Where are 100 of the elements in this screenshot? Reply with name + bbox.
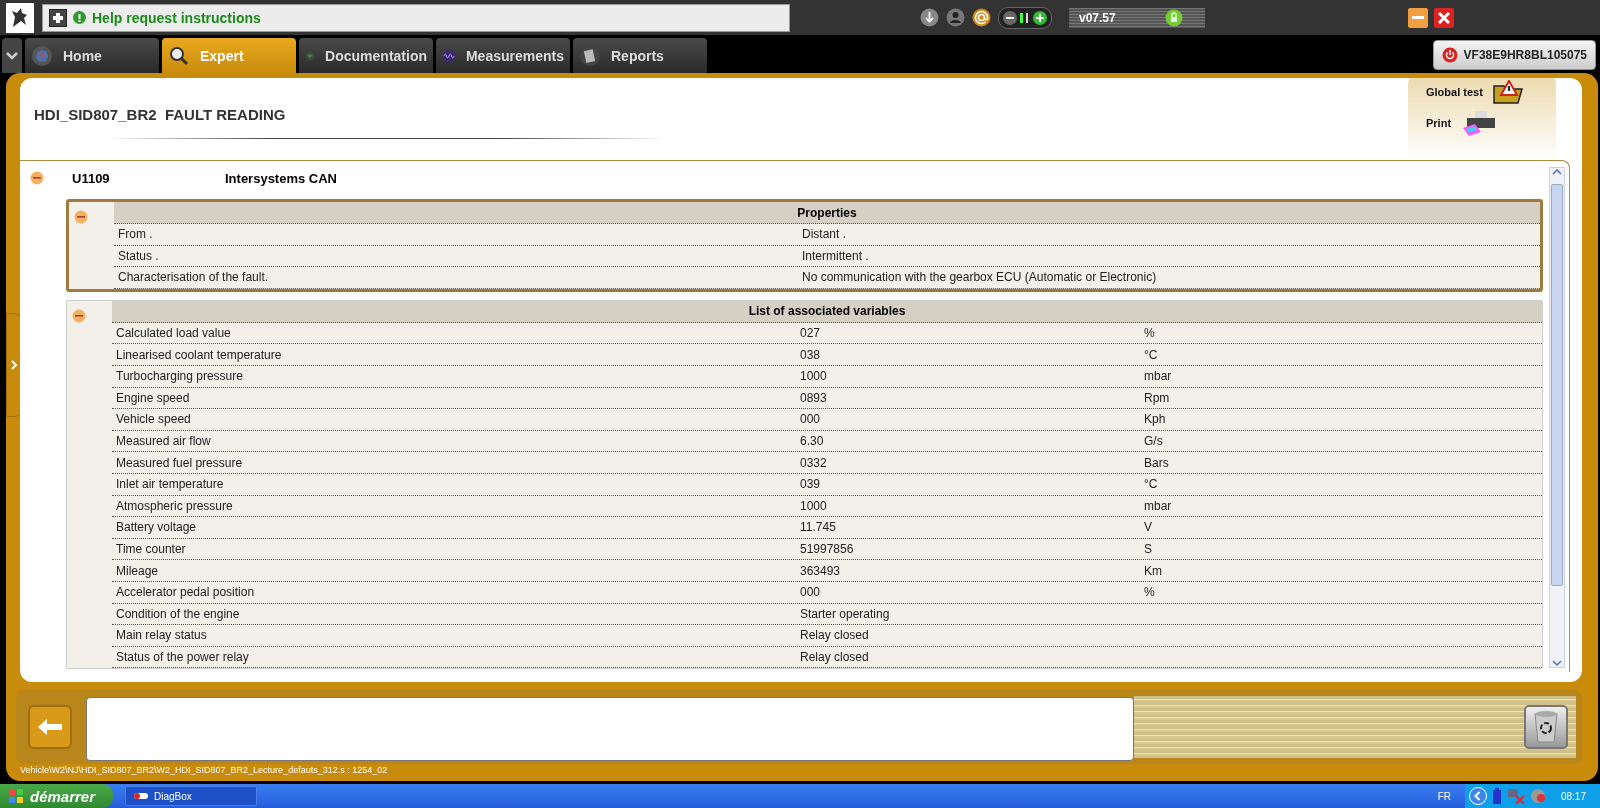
table-cell-text: Inlet air temperature: [115, 477, 225, 492]
table-cell: Kph: [1144, 412, 1166, 427]
minus-circle-icon: [74, 210, 88, 224]
table-cell: °C: [1144, 477, 1158, 492]
scroll-down-icon[interactable]: [1552, 659, 1562, 667]
start-button[interactable]: démarrer: [0, 784, 114, 808]
table-cell: Km: [1144, 563, 1162, 578]
table-cell-text: Linearised coolant temperature: [115, 347, 283, 362]
table-cell-text: Atmospheric pressure: [115, 498, 234, 513]
table-cell-text: Characterisation of the fault.: [117, 270, 270, 285]
taskbar-item[interactable]: DiagBox: [125, 786, 258, 806]
table-cell-text: Main relay status: [115, 628, 208, 643]
table-cell: %: [1144, 585, 1155, 600]
fault-code: U1109: [72, 170, 111, 186]
user-icon[interactable]: [946, 8, 965, 27]
table-cell-text: Battery voltage: [115, 520, 198, 535]
table-cell: mbar: [1144, 369, 1172, 384]
table-cell: V: [1144, 520, 1152, 535]
windows-flag-icon: [8, 788, 24, 804]
language-indicator[interactable]: FR: [1437, 790, 1451, 802]
app-icon: [134, 793, 149, 799]
table-cell: °C: [1144, 347, 1158, 362]
recycle-bin-icon: [1533, 710, 1559, 744]
minus-icon: [1412, 16, 1424, 19]
table-cell-text: Status of the power relay: [115, 650, 250, 664]
table-cell-text: 6.30: [800, 434, 825, 449]
table-cell-text: Condition of the engine: [115, 606, 241, 621]
table-header: List of associated variables: [112, 300, 1542, 323]
table-cell-text: From .: [117, 227, 154, 242]
back-button[interactable]: [28, 705, 72, 749]
arrow-left-icon: [37, 718, 63, 736]
table-cell-text: Intermittent .: [802, 248, 870, 263]
table-cell-text: Turbocharging pressure: [115, 369, 244, 384]
table-cell-text: Starter operating: [800, 606, 891, 621]
table-cell-text: Measured fuel pressure: [115, 455, 244, 470]
help-text: Help request instructions: [92, 9, 261, 26]
trash-button[interactable]: [1524, 705, 1568, 749]
table-cell-text: 000: [800, 412, 822, 427]
table-cell-text: Vehicle speed: [115, 412, 192, 427]
power-icon: [1441, 47, 1458, 63]
plus-icon[interactable]: [49, 8, 67, 27]
table-cell: Bars: [1144, 455, 1169, 470]
version-text: v07.57: [1079, 10, 1116, 25]
minus-circle-icon: [30, 171, 44, 185]
minimize-button[interactable]: [1408, 7, 1428, 28]
download-icon[interactable]: [920, 8, 939, 27]
table-cell-text: Relay closed: [800, 650, 870, 664]
nav-tab[interactable]: Documentation: [299, 38, 433, 73]
file-path-text: Vehicle\W2\NJ\HDI_SID807_BR2\W2_HDI_SID807_BR2_Lecture_defauts_312.s : 1254_02: [20, 765, 388, 775]
warning-folder-icon[interactable]: [1492, 80, 1525, 104]
table-cell-text: Distant .: [802, 227, 847, 242]
table-header: Properties: [114, 202, 1540, 224]
table-cell-text: Engine speed: [115, 390, 191, 405]
scroll-up-icon[interactable]: [1552, 168, 1562, 176]
clock-text: 08:17: [1560, 790, 1586, 802]
table-cell-text: 038: [800, 347, 822, 362]
table-cell: mbar: [1144, 498, 1172, 513]
table-cell-text: Measured air flow: [115, 434, 212, 449]
table-cell-text: 51997856: [800, 542, 855, 556]
table-cell-text: Status .: [117, 248, 160, 263]
lock-icon[interactable]: [1165, 8, 1183, 27]
chevron-icon[interactable]: [1468, 787, 1487, 805]
close-icon: [1438, 11, 1450, 24]
table-cell-text: Accelerator pedal position: [115, 585, 256, 600]
table-cell: Rpm: [1144, 390, 1170, 405]
nav-tab[interactable]: Reports: [573, 38, 707, 73]
at-sign-icon[interactable]: [972, 8, 991, 27]
table-cell-text: 0332: [800, 455, 828, 470]
table-cell-text: 039: [800, 477, 822, 492]
table-cell-text: Mileage: [115, 563, 160, 578]
table-cell-text: Relay closed: [800, 628, 870, 643]
table-cell-text: Calculated load value: [115, 326, 232, 341]
table-cell-text: Time counter: [115, 542, 187, 556]
close-button[interactable]: [1434, 7, 1454, 28]
table-cell-text: 0893: [800, 390, 828, 405]
scrollbar[interactable]: [1549, 167, 1565, 668]
zoom-control[interactable]: [998, 6, 1052, 29]
collapse-button[interactable]: [30, 171, 44, 185]
vehicle-id-button[interactable]: VF38E9HR8BL105075: [1432, 40, 1596, 70]
chevron-down-icon: [6, 51, 18, 60]
magnifier-icon: [168, 44, 190, 67]
globe-icon: [31, 44, 53, 67]
info-icon: [73, 11, 86, 24]
nav-tab[interactable]: Measurements: [436, 38, 570, 73]
action-link[interactable]: Global test: [1426, 86, 1483, 98]
table-cell-text: 1000: [800, 498, 828, 513]
table-cell: %: [1144, 326, 1155, 341]
chevron-right-icon: [10, 360, 18, 370]
table-cell-text: 027: [800, 326, 822, 341]
table-cell-text: 1000: [800, 369, 828, 384]
action-link[interactable]: Print: [1426, 117, 1452, 129]
printer-icon[interactable]: [1461, 110, 1498, 136]
nav-tab[interactable]: Home: [25, 38, 159, 73]
table-cell: S: [1144, 542, 1152, 556]
battery-icon[interactable]: [1491, 788, 1502, 804]
chevron-button[interactable]: [2, 38, 22, 73]
table-cell: G/s: [1144, 434, 1163, 449]
page-title: HDI_SID807_BR2 FAULT READING: [34, 106, 286, 123]
table-cell-text: 000: [800, 585, 822, 600]
table-cell-text: 11.745: [800, 520, 837, 535]
